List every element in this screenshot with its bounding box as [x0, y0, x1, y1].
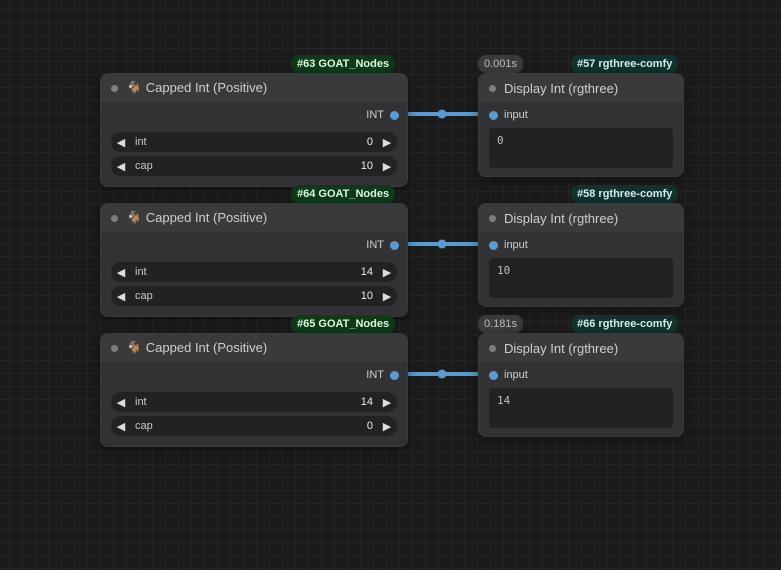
input-label: input: [504, 109, 528, 121]
node-display-int-58[interactable]: Display Int (rgthree) input 10: [478, 203, 684, 307]
cap-widget[interactable]: ◀ cap 10 ▶: [111, 156, 397, 176]
node-id-tag: #64 GOAT_Nodes: [291, 185, 395, 203]
node-id-tag: #65 GOAT_Nodes: [291, 315, 395, 333]
node-title-bar[interactable]: 🐐 Capped Int (Positive): [101, 74, 407, 102]
widget-label: int: [131, 266, 147, 278]
node-title-bar[interactable]: Display Int (rgthree): [479, 204, 683, 232]
node-title-bar[interactable]: Display Int (rgthree): [479, 334, 683, 362]
widget-label: cap: [131, 290, 153, 302]
decrement-icon[interactable]: ◀: [111, 262, 131, 282]
output-port-icon[interactable]: [390, 111, 399, 120]
collapse-dot-icon[interactable]: [489, 215, 496, 222]
collapse-dot-icon[interactable]: [111, 85, 118, 92]
input-label: input: [504, 239, 528, 251]
cap-widget[interactable]: ◀ cap 10 ▶: [111, 286, 397, 306]
widget-label: int: [131, 136, 147, 148]
increment-icon[interactable]: ▶: [377, 156, 397, 176]
node-title-text: Display Int (rgthree): [504, 81, 618, 96]
collapse-dot-icon[interactable]: [111, 345, 118, 352]
input-port-icon[interactable]: [489, 111, 498, 120]
exec-time-tag: 0.181s: [478, 315, 523, 333]
output-port-icon[interactable]: [390, 241, 399, 250]
input-port-icon[interactable]: [489, 371, 498, 380]
decrement-icon[interactable]: ◀: [111, 416, 131, 436]
widget-value[interactable]: 10: [153, 160, 377, 172]
collapse-dot-icon[interactable]: [111, 215, 118, 222]
exec-time-tag: 0.001s: [478, 55, 523, 73]
increment-icon[interactable]: ▶: [377, 286, 397, 306]
increment-icon[interactable]: ▶: [377, 416, 397, 436]
input-label: input: [504, 369, 528, 381]
node-capped-int-65[interactable]: 🐐 Capped Int (Positive) INT ◀ int 14 ▶ ◀…: [100, 333, 408, 447]
widget-value[interactable]: 10: [153, 290, 377, 302]
node-title-text: Display Int (rgthree): [504, 211, 618, 226]
widget-value[interactable]: 14: [147, 266, 377, 278]
node-title-bar[interactable]: Display Int (rgthree): [479, 74, 683, 102]
collapse-dot-icon[interactable]: [489, 345, 496, 352]
collapse-dot-icon[interactable]: [489, 85, 496, 92]
widget-label: cap: [131, 420, 153, 432]
widget-label: cap: [131, 160, 153, 172]
node-title-text: 🐐 Capped Int (Positive): [126, 80, 267, 96]
node-id-tag: #58 rgthree-comfy: [571, 185, 678, 203]
decrement-icon[interactable]: ◀: [111, 286, 131, 306]
node-capped-int-63[interactable]: 🐐 Capped Int (Positive) INT ◀ int 0 ▶ ◀ …: [100, 73, 408, 187]
node-display-int-66[interactable]: Display Int (rgthree) input 14: [478, 333, 684, 437]
node-id-tag: #66 rgthree-comfy: [571, 315, 678, 333]
node-title-text: Display Int (rgthree): [504, 341, 618, 356]
output-label: INT: [366, 369, 384, 381]
display-value: 14: [489, 388, 673, 428]
node-title-bar[interactable]: 🐐 Capped Int (Positive): [101, 334, 407, 362]
output-label: INT: [366, 109, 384, 121]
output-label: INT: [366, 239, 384, 251]
widget-value[interactable]: 0: [153, 420, 377, 432]
widget-label: int: [131, 396, 147, 408]
int-widget[interactable]: ◀ int 14 ▶: [111, 262, 397, 282]
node-title-text: 🐐 Capped Int (Positive): [126, 340, 267, 356]
node-title-text: 🐐 Capped Int (Positive): [126, 210, 267, 226]
display-value: 0: [489, 128, 673, 168]
increment-icon[interactable]: ▶: [377, 132, 397, 152]
decrement-icon[interactable]: ◀: [111, 392, 131, 412]
input-port-icon[interactable]: [489, 241, 498, 250]
int-widget[interactable]: ◀ int 14 ▶: [111, 392, 397, 412]
node-title-bar[interactable]: 🐐 Capped Int (Positive): [101, 204, 407, 232]
display-value: 10: [489, 258, 673, 298]
cap-widget[interactable]: ◀ cap 0 ▶: [111, 416, 397, 436]
output-port-icon[interactable]: [390, 371, 399, 380]
increment-icon[interactable]: ▶: [377, 392, 397, 412]
widget-value[interactable]: 0: [147, 136, 377, 148]
node-capped-int-64[interactable]: 🐐 Capped Int (Positive) INT ◀ int 14 ▶ ◀…: [100, 203, 408, 317]
widget-value[interactable]: 14: [147, 396, 377, 408]
node-display-int-57[interactable]: Display Int (rgthree) input 0: [478, 73, 684, 177]
decrement-icon[interactable]: ◀: [111, 156, 131, 176]
node-id-tag: #63 GOAT_Nodes: [291, 55, 395, 73]
increment-icon[interactable]: ▶: [377, 262, 397, 282]
decrement-icon[interactable]: ◀: [111, 132, 131, 152]
node-id-tag: #57 rgthree-comfy: [571, 55, 678, 73]
int-widget[interactable]: ◀ int 0 ▶: [111, 132, 397, 152]
